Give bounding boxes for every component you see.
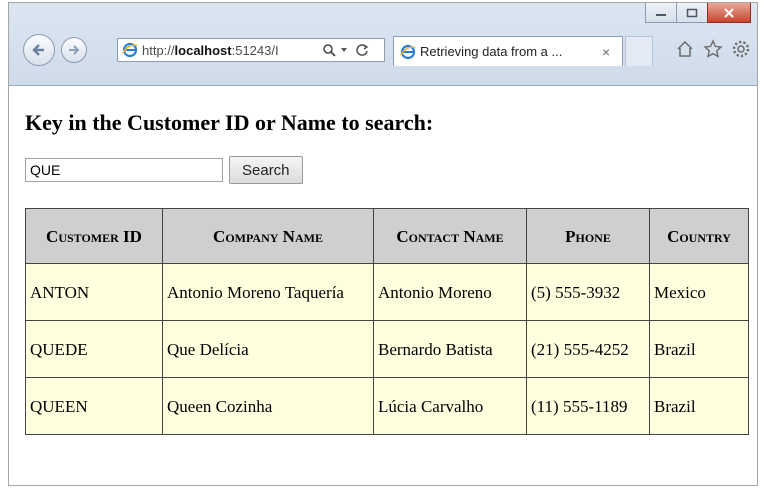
cell-customer-id: QUEEN	[25, 377, 163, 435]
table-row: ANTON Antonio Moreno Taquería Antonio Mo…	[25, 263, 749, 321]
table-header-row: Customer ID Company Name Contact Name Ph…	[25, 208, 749, 264]
search-input[interactable]	[25, 158, 223, 182]
header-contact-name: Contact Name	[373, 208, 527, 264]
header-country: Country	[649, 208, 749, 264]
cell-customer-id: ANTON	[25, 263, 163, 321]
cell-contact-name: Bernardo Batista	[373, 320, 527, 378]
back-arrow-icon	[32, 44, 44, 56]
navigation-bar: http://localhost:51243/I Retrieving data…	[15, 33, 751, 69]
url-suffix: :51243/I	[231, 42, 279, 58]
forward-arrow-icon	[69, 45, 80, 55]
cell-company-name: Queen Cozinha	[162, 377, 374, 435]
cell-contact-name: Lúcia Carvalho	[373, 377, 527, 435]
address-url: http://localhost:51243/I	[142, 43, 320, 58]
search-icon[interactable]	[322, 43, 336, 57]
browser-chrome: http://localhost:51243/I Retrieving data…	[9, 3, 757, 86]
new-tab-button[interactable]	[625, 36, 653, 66]
close-icon	[724, 7, 734, 18]
cell-company-name: Que Delícia	[162, 320, 374, 378]
browser-tab[interactable]: Retrieving data from a ... ×	[393, 36, 623, 66]
forward-button[interactable]	[61, 37, 87, 63]
refresh-icon[interactable]	[355, 43, 369, 57]
cell-country: Brazil	[649, 377, 749, 435]
page-content: Key in the Customer ID or Name to search…	[9, 86, 757, 485]
cell-contact-name: Antonio Moreno	[373, 263, 527, 321]
cell-country: Mexico	[649, 263, 749, 321]
page-heading: Key in the Customer ID or Name to search…	[25, 110, 434, 135]
gear-icon[interactable]	[731, 39, 751, 59]
internet-explorer-icon	[400, 44, 416, 59]
toolbar-icons	[675, 39, 751, 59]
minimize-icon	[656, 13, 666, 16]
cell-customer-id: QUEDE	[25, 320, 163, 378]
tab-title: Retrieving data from a ...	[420, 44, 563, 59]
cell-company-name: Antonio Moreno Taquería	[162, 263, 374, 321]
browser-window: http://localhost:51243/I Retrieving data…	[8, 2, 758, 486]
close-window-button[interactable]	[707, 3, 751, 23]
cell-phone: (11) 555-1189	[526, 377, 650, 435]
table-row: QUEEN Queen Cozinha Lúcia Carvalho (11) …	[25, 377, 749, 435]
table-row: QUEDE Que Delícia Bernardo Batista (21) …	[25, 320, 749, 378]
address-bar[interactable]: http://localhost:51243/I	[117, 38, 385, 62]
search-button[interactable]: Search	[229, 156, 303, 184]
url-prefix: http://	[142, 42, 175, 58]
header-phone: Phone	[526, 208, 650, 264]
cell-phone: (21) 555-4252	[526, 320, 650, 378]
internet-explorer-icon	[122, 42, 138, 58]
home-icon[interactable]	[675, 39, 695, 59]
dropdown-arrow-icon[interactable]	[339, 45, 349, 55]
star-icon[interactable]	[703, 39, 723, 59]
cell-phone: (5) 555-3932	[526, 263, 650, 321]
search-row: Search	[25, 156, 757, 184]
minimize-button[interactable]	[645, 3, 677, 23]
customer-table: Customer ID Company Name Contact Name Ph…	[25, 208, 749, 435]
cell-country: Brazil	[649, 320, 749, 378]
window-controls	[645, 3, 751, 23]
maximize-icon	[686, 8, 698, 17]
tab-close-button[interactable]: ×	[602, 44, 610, 60]
url-host: localhost	[174, 42, 232, 58]
header-customer-id: Customer ID	[25, 208, 163, 264]
header-company-name: Company Name	[162, 208, 374, 264]
maximize-button[interactable]	[676, 3, 708, 23]
back-button[interactable]	[23, 34, 55, 66]
